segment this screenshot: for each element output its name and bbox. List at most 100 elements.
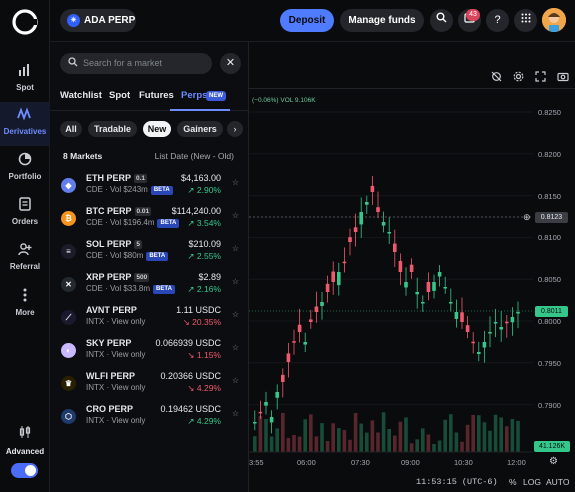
auto-toggle[interactable]: AUTO	[546, 477, 569, 487]
market-row[interactable]: ◆ ETH PERP 0.1 CDE · Vol $243m BETA $4,163.00…	[50, 170, 249, 203]
candle-body	[281, 374, 285, 382]
log-toggle[interactable]: LOG	[523, 477, 541, 487]
advanced-label: Advanced	[5, 447, 45, 456]
market-row[interactable]: ◐ SKY PERP INTX · View only 0.066939 USDC ↘ …	[50, 335, 249, 368]
volume-bar	[477, 415, 481, 452]
volume-bar	[264, 418, 268, 452]
search-icon	[68, 53, 78, 74]
market-row[interactable]: ⬡ CRO PERP INTX · View only 0.19462 USDC ↗ 4…	[50, 401, 249, 434]
active-tab-indicator	[170, 109, 230, 111]
candle-body	[387, 232, 391, 234]
help-button[interactable]: ?	[486, 9, 509, 32]
volume-bar	[510, 418, 515, 452]
rail-item-derivatives[interactable]: Derivatives	[0, 102, 50, 146]
favorite-star-icon[interactable]: ☆	[232, 310, 239, 319]
favorite-star-icon[interactable]: ☆	[232, 244, 239, 253]
apps-button[interactable]	[514, 9, 537, 32]
notification-badge: 43	[466, 9, 480, 21]
exchange-logo[interactable]	[12, 9, 38, 35]
candle-plot[interactable]	[249, 42, 575, 492]
advanced-toggle[interactable]	[11, 463, 38, 478]
market-row[interactable]: ≡ SOL PERP 5 CDE · Vol $80m BETA $210.09 ↗ 2.5…	[50, 236, 249, 269]
rail-item-portfolio[interactable]: Portfolio	[0, 147, 50, 191]
market-price: $4,163.00	[180, 173, 221, 183]
volume-bar	[292, 435, 296, 452]
candle-body	[516, 312, 520, 314]
avatar[interactable]	[542, 8, 566, 32]
volume-bar	[398, 421, 403, 452]
x-tick-label: 3:55	[249, 458, 264, 467]
candle-body	[275, 392, 279, 398]
favorite-star-icon[interactable]: ☆	[232, 211, 239, 220]
search-input[interactable]: Search for a market	[60, 53, 212, 74]
volume-bar	[460, 441, 464, 452]
volume-bar	[269, 436, 274, 452]
sky-icon: ◐	[61, 343, 76, 358]
beta-tag: BETA	[157, 219, 180, 228]
candle-body	[426, 281, 431, 292]
rail-item-orders[interactable]: Orders	[0, 192, 50, 236]
y-tick-label: 0.8150	[538, 191, 561, 201]
market-row[interactable]: ⟋ AVNT PERP INTX · View only 1.11 USDC ↘ 20.…	[50, 302, 249, 335]
rail-label: Derivatives	[3, 127, 47, 136]
candle-body	[510, 317, 515, 323]
chip-new[interactable]: New	[143, 121, 171, 137]
candle-body	[488, 332, 492, 334]
volume-bar	[342, 429, 347, 452]
rail-item-more[interactable]: More	[0, 283, 50, 327]
tab-futures[interactable]: Futures	[139, 90, 174, 101]
chart-settings-icon[interactable]: ⚙	[549, 456, 558, 467]
market-price: $2.89	[198, 272, 221, 282]
ethereum-icon: ◆	[61, 178, 76, 193]
volume-bar	[376, 432, 380, 452]
avantis-icon: ⟋	[61, 310, 76, 325]
sort-selector[interactable]: List Date (New - Old)	[155, 151, 234, 161]
rail-item-spot[interactable]: Spot	[0, 58, 50, 102]
candle-body	[286, 353, 291, 362]
chip-gainers[interactable]: Gainers	[177, 121, 223, 137]
pair-selector[interactable]: ✳ ADA PERP	[60, 9, 136, 32]
rail-item-referral[interactable]: Referral	[0, 237, 50, 281]
favorite-star-icon[interactable]: ☆	[232, 178, 239, 187]
document-icon	[0, 196, 50, 216]
chip-all[interactable]: All	[60, 121, 82, 137]
volume-bar	[286, 437, 291, 452]
y-tick-label: 0.7900	[538, 400, 561, 410]
market-name: SOL PERP 5	[86, 239, 142, 249]
cardano-icon: ✳	[67, 14, 80, 27]
close-panel-button[interactable]: ✕	[220, 53, 241, 74]
chips-scroll-button[interactable]: ›	[227, 121, 243, 137]
favorite-star-icon[interactable]: ☆	[232, 343, 239, 352]
bar-chart-icon	[0, 62, 50, 82]
percent-toggle[interactable]: %	[509, 477, 517, 487]
crosshair-add-icon[interactable]: ⊕	[523, 212, 531, 223]
favorite-star-icon[interactable]: ☆	[232, 409, 239, 418]
tab-watchlist[interactable]: Watchlist	[60, 90, 102, 101]
volume-bar	[499, 417, 503, 452]
grid-icon	[521, 13, 531, 26]
candle-body	[370, 185, 375, 192]
manage-funds-button[interactable]: Manage funds	[340, 9, 424, 32]
volume-bar	[381, 412, 386, 452]
candle-body	[253, 422, 257, 424]
volume-bar	[275, 428, 279, 452]
leverage-tag: 0.01	[134, 207, 152, 216]
search-button[interactable]	[430, 9, 453, 32]
market-row[interactable]: ₿ BTC PERP 0.01 CDE · Vol $196.4m BETA $114,2…	[50, 203, 249, 236]
x-tick-label: 10:30	[454, 458, 473, 467]
rail-label: Spot	[16, 83, 34, 92]
favorite-star-icon[interactable]: ☆	[232, 277, 239, 286]
volume-bar	[432, 443, 436, 452]
chip-tradable[interactable]: Tradable	[88, 121, 137, 137]
left-rail: Spot Derivatives Portfolio Orders Referr…	[0, 0, 50, 492]
market-row[interactable]: ✕ XRP PERP 500 CDE · Vol $33.8m BETA $2.89 ↗ 2…	[50, 269, 249, 302]
volume-bar	[437, 440, 442, 452]
market-name: SKY PERP	[86, 338, 132, 348]
tab-spot[interactable]: Spot	[109, 90, 130, 101]
market-row[interactable]: ♛ WLFI PERP INTX · View only 0.20366 USDC ↘ …	[50, 368, 249, 401]
tab-perps[interactable]: Perps	[181, 90, 207, 101]
market-subtitle: CDE · Vol $196.4m BETA	[86, 218, 180, 228]
market-change: ↗ 2.90%	[187, 185, 221, 195]
favorite-star-icon[interactable]: ☆	[232, 376, 239, 385]
deposit-button[interactable]: Deposit	[280, 9, 334, 32]
